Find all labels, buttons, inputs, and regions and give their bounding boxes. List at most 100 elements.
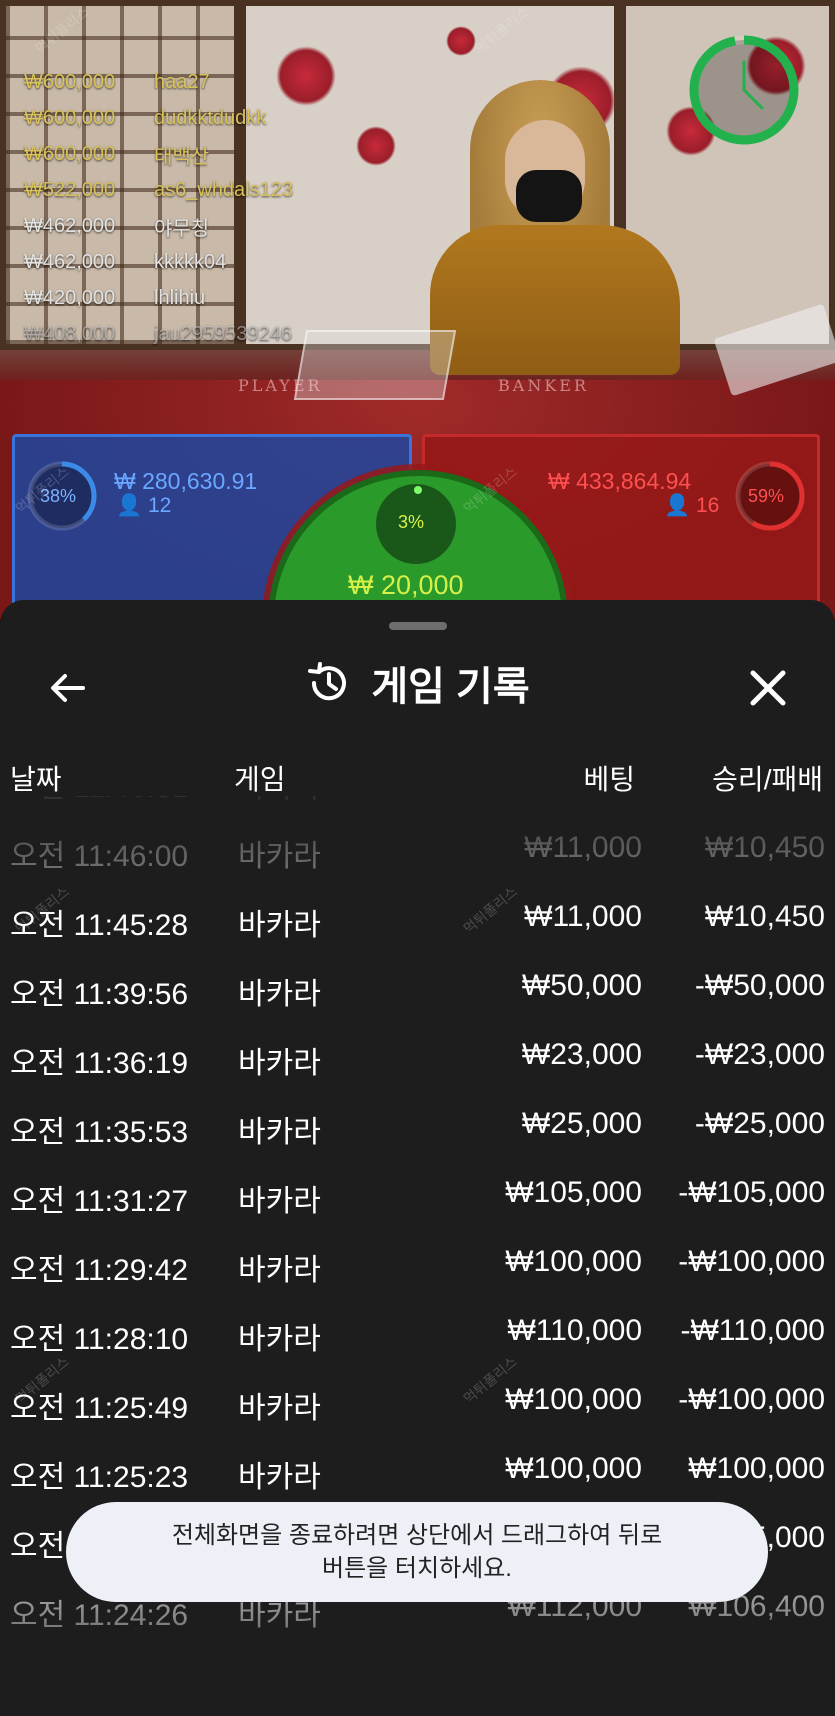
close-icon [750, 670, 786, 706]
title-group: 게임 기록 [0, 654, 835, 712]
live-bet-user: lhlihiu [154, 286, 206, 309]
history-bet: ₩105,000 [505, 1176, 642, 1209]
sheet-header: 게임 기록 [0, 650, 835, 730]
history-win-loss: -₩105,000 [678, 1176, 825, 1209]
live-bet-amount: ₩600,000 [24, 142, 116, 165]
history-game: 바카라 [238, 1116, 321, 1149]
player-felt-label: PLAYER [238, 376, 323, 395]
person-icon: 👤 [664, 494, 691, 517]
fullscreen-exit-toast: 전체화면을 종료하려면 상단에서 드래그하여 뒤로 버튼을 터치하세요. [66, 1502, 768, 1602]
history-win-loss: -₩50,000 [694, 969, 825, 1002]
history-bet: ₩50,000 [521, 969, 642, 1002]
history-win-loss: -₩100,000 [678, 1245, 825, 1278]
history-game: 바카라 [238, 1254, 321, 1287]
history-bet: ₩23,000 [521, 1038, 642, 1071]
column-header-win-loss: 승리/패배 [712, 764, 823, 795]
history-date: 오전 11:28:10 [10, 1323, 189, 1356]
history-win-loss: ₩10,450 [704, 831, 825, 864]
tie-indicator-dot [414, 486, 422, 494]
history-date: 오전 11:25:23 [10, 1461, 189, 1494]
live-bet-row: ₩600,000 dudkktdudkk [24, 100, 293, 136]
live-bet-amount: ₩600,000 [24, 106, 116, 129]
history-row[interactable]: 오전 11:36:19 바카라 ₩23,000 -₩23,000 [0, 1038, 835, 1107]
history-bet: ₩11,000 [524, 831, 642, 864]
live-bet-leaderboard: ₩600,000 haa27 ₩600,000 dudkktdudkk ₩600,000… [24, 64, 293, 352]
live-bet-amount: ₩462,000 [24, 214, 116, 237]
banker-count-value: 16 [696, 494, 720, 517]
history-bet: ₩11,000 [524, 900, 642, 933]
history-game: 바카라 [238, 1047, 321, 1080]
history-row[interactable]: 오전 11:46:31바카라₩20,000-₩20,000 [0, 796, 835, 831]
live-bet-amount: ₩600,000 [24, 70, 116, 93]
tie-percent: 3% [398, 512, 425, 532]
history-game: 바카라 [238, 1461, 321, 1494]
banker-percent: 59% [748, 486, 785, 506]
page-title: 게임 기록 [371, 665, 530, 709]
history-date: 오전 11:29:42 [10, 1254, 189, 1287]
history-game: 바카라 [238, 796, 321, 806]
column-header-bet: 베팅 [583, 764, 635, 795]
history-bet: ₩100,000 [505, 1383, 642, 1416]
history-row[interactable]: 오전 11:31:27 바카라 ₩105,000 -₩105,000 [0, 1176, 835, 1245]
history-win-loss: ₩100,000 [688, 1452, 825, 1485]
live-bet-amount: ₩462,000 [24, 250, 116, 273]
toast-line-1: 전체화면을 종료하려면 상단에서 드래그하여 뒤로 [171, 1522, 663, 1549]
history-row[interactable]: 오전 11:28:10 바카라 ₩110,000 -₩110,000 [0, 1314, 835, 1383]
live-bet-row: ₩462,000 야무칭 [24, 208, 293, 244]
history-bet: ₩100,000 [505, 1452, 642, 1485]
player-count: 👤 12 [116, 494, 171, 518]
history-row[interactable]: 오전 11:45:28 바카라 ₩11,000 ₩10,450 [0, 900, 835, 969]
history-win-loss: -₩110,000 [680, 1314, 825, 1347]
history-date: 오전 11:39:56 [10, 978, 189, 1011]
history-win-loss: -₩100,000 [678, 1383, 825, 1416]
live-bet-user: jau2959539246 [154, 322, 292, 345]
player-pool-amount: ₩ 280,630.91 [114, 468, 258, 494]
history-game: 바카라 [238, 1392, 321, 1425]
live-bet-row: ₩522,000 as6_whdals123 [24, 172, 293, 208]
live-bet-user: 태백산 [154, 145, 210, 168]
history-row[interactable]: 오전 11:46:00 바카라 ₩11,000 ₩10,450 [0, 831, 835, 900]
live-bet-row: ₩408,000 jau2959539246 [24, 316, 293, 352]
history-icon [308, 662, 347, 701]
banker-pool-amount: ₩ 433,864.94 [548, 468, 692, 494]
history-win-loss: ₩10,450 [704, 900, 825, 933]
live-bet-user: haa27 [154, 70, 210, 93]
live-bet-user: as6_whdals123 [154, 178, 293, 201]
history-bet: ₩100,000 [505, 1245, 642, 1278]
toast-line-2: 버튼을 터치하세요. [322, 1555, 512, 1582]
history-date: 오전 11:46:00 [10, 840, 189, 873]
banker-felt-label: BANKER [498, 376, 589, 395]
drag-handle[interactable] [389, 622, 447, 630]
history-win-loss: -₩23,000 [694, 1038, 825, 1071]
history-row[interactable]: 오전 11:39:56 바카라 ₩50,000 -₩50,000 [0, 969, 835, 1038]
history-row[interactable]: 오전 11:35:53 바카라 ₩25,000 -₩25,000 [0, 1107, 835, 1176]
live-bet-amount: ₩420,000 [24, 286, 116, 309]
close-button[interactable] [740, 660, 796, 716]
live-bet-row: ₩462,000 kkkkk04 [24, 244, 293, 280]
history-column-headers: 날짜 게임 베팅 승리/패배 [0, 750, 835, 796]
dealer-mask [516, 170, 582, 222]
history-game: 바카라 [238, 978, 321, 1011]
live-bet-amount: ₩522,000 [24, 178, 116, 201]
tie-pool-amount: ₩ 20,000 [348, 570, 464, 600]
live-bet-user: kkkkk04 [154, 250, 227, 273]
history-date: 오전 11:35:53 [10, 1116, 189, 1149]
history-game: 바카라 [238, 840, 321, 873]
live-bet-row: ₩600,000 haa27 [24, 64, 293, 100]
banker-count: 👤 16 [664, 494, 719, 518]
history-bet: ₩110,000 [507, 1314, 642, 1347]
history-row[interactable]: 오전 11:25:49 바카라 ₩100,000 -₩100,000 [0, 1383, 835, 1452]
column-header-game: 게임 [234, 764, 286, 795]
round-timer-icon [689, 35, 799, 145]
live-bet-user: dudkktdudkk [154, 106, 267, 129]
live-bet-amount: ₩408,000 [24, 322, 116, 345]
history-game: 바카라 [238, 1185, 321, 1218]
history-date: 오전 11:46:31 [10, 796, 188, 806]
history-game: 바카라 [238, 1323, 321, 1356]
person-icon: 👤 [116, 494, 143, 517]
live-bet-row: ₩420,000 lhlihiu [24, 280, 293, 316]
history-date: 오전 11:31:27 [10, 1185, 189, 1218]
history-date: 오전 11:36:19 [10, 1047, 189, 1080]
history-row[interactable]: 오전 11:29:42 바카라 ₩100,000 -₩100,000 [0, 1245, 835, 1314]
history-win-loss: -₩25,000 [694, 1107, 825, 1140]
